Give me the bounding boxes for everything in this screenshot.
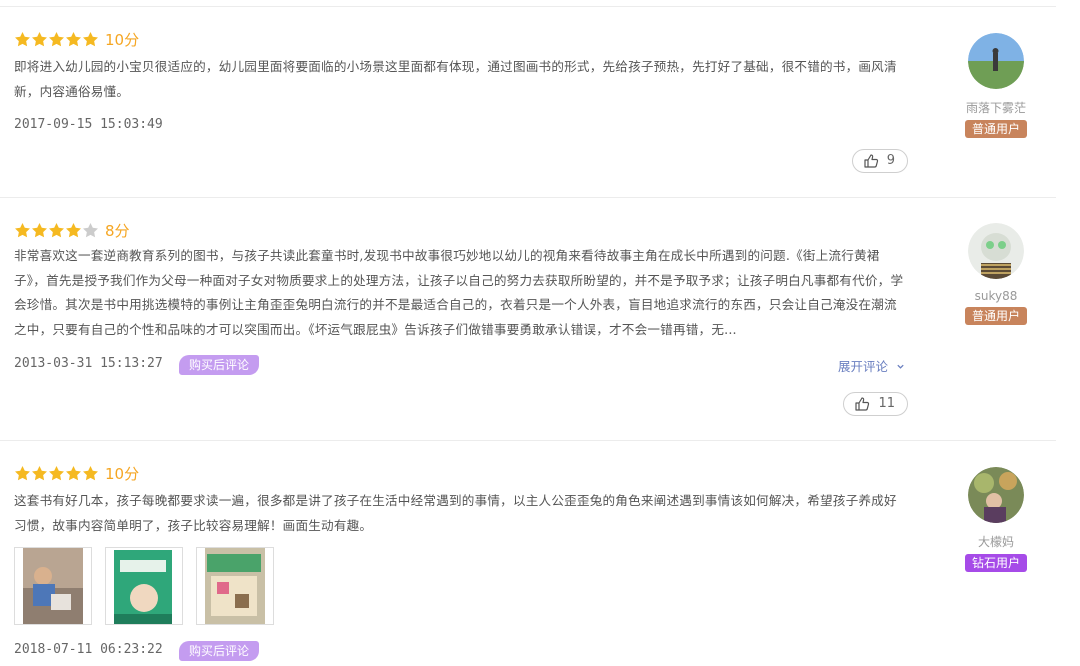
like-count: 11 [878,396,895,411]
star-icon [49,222,64,237]
star-icon [66,31,81,46]
purchase-tag: 购买后评论 [179,355,260,375]
avatar[interactable] [968,223,1024,279]
score-label: 8分 [105,221,130,240]
rating: 8分 [14,218,130,242]
user-info: 大檬妈 钻石用户 [963,467,1029,572]
star-icon [49,31,64,46]
review-item-3: 10分 这套书有好几本，孩子每晚都要求读一遍，很多都是讲了孩子在生活中经常遇到的… [0,440,1056,666]
thumbs-up-icon [864,154,878,168]
review-text: 这套书有好几本，孩子每晚都要求读一遍，很多都是讲了孩子在生活中经常遇到的事情，以… [14,493,897,533]
user-level-badge: 钻石用户 [964,554,1027,572]
star-icon [83,222,98,237]
like-count: 9 [886,153,895,168]
star-icon [32,31,47,46]
like-button[interactable]: 9 [851,149,908,173]
user-level-badge: 普通用户 [964,120,1027,138]
star-icon [15,222,30,237]
star-icon [83,31,98,46]
user-name[interactable]: 雨落下雾茫 [963,99,1029,116]
avatar[interactable] [968,467,1024,523]
avatar[interactable] [968,33,1024,89]
star-rating [14,465,99,482]
user-info: 雨落下雾茫 普通用户 [963,33,1029,138]
star-icon [49,465,64,480]
score-label: 10分 [105,30,140,49]
star-icon [15,465,30,480]
user-name[interactable]: suky88 [963,289,1029,303]
user-name[interactable]: 大檬妈 [963,533,1029,550]
expand-label: 展开评论 [838,359,889,374]
score-label: 10分 [105,464,140,483]
review-text: 非常喜欢这一套逆商教育系列的图书，与孩子共读此套童书时,发现书中故事很巧妙地以幼… [14,248,904,337]
like-button[interactable]: 11 [843,392,908,416]
star-icon [15,31,30,46]
star-icon [66,465,81,480]
star-rating [14,31,99,48]
review-image[interactable] [196,547,274,625]
review-date: 2017-09-15 15:03:49 [14,117,163,132]
rating: 10分 [14,27,139,51]
rating: 10分 [14,461,139,485]
star-icon [32,465,47,480]
star-icon [83,465,98,480]
review-text: 即将进入幼儿园的小宝贝很适应的，幼儿园里面将要面临的小场景这里面都有体现，通过图… [14,59,897,99]
chevron-down-icon [897,364,904,369]
purchase-tag: 购买后评论 [179,641,260,661]
review-date: 2013-03-31 15:13:27 [14,356,163,371]
thumbs-up-icon [855,397,870,411]
user-info: suky88 普通用户 [963,223,1029,325]
star-icon [66,222,81,237]
star-icon [32,222,47,237]
review-item-2: 8分 非常喜欢这一套逆商教育系列的图书，与孩子共读此套童书时,发现书中故事很巧妙… [0,197,1056,440]
expand-review-link[interactable]: 展开评论 [838,356,905,375]
review-item-1: 10分 即将进入幼儿园的小宝贝很适应的，幼儿园里面将要面临的小场景这里面都有体现… [0,6,1056,196]
review-images [14,547,287,625]
user-level-badge: 普通用户 [964,307,1027,325]
review-image[interactable] [105,547,183,625]
star-rating [14,222,99,239]
review-image[interactable] [14,547,92,625]
review-date: 2018-07-11 06:23:22 [14,642,163,657]
